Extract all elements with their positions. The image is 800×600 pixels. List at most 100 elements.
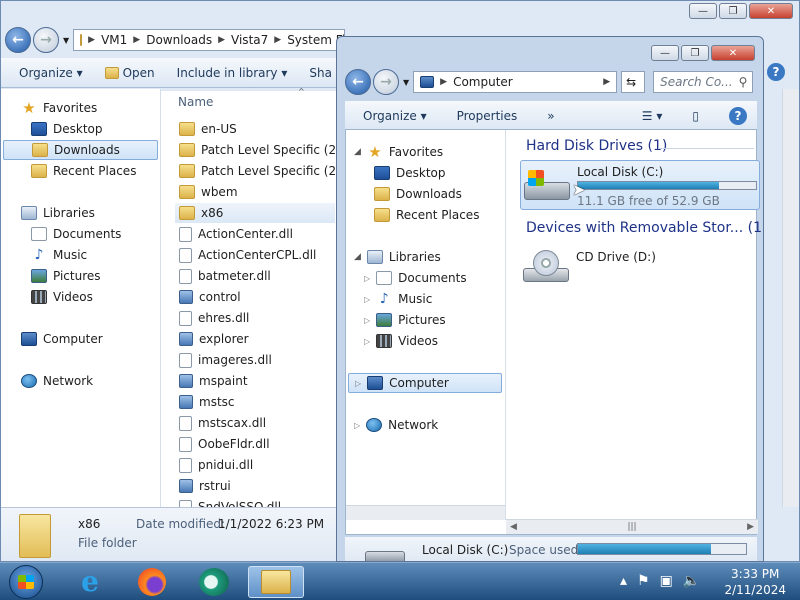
file-row[interactable]: en-US (179, 119, 237, 139)
file-row[interactable]: mstscax.dll (179, 413, 266, 433)
details-type: File folder (78, 536, 137, 550)
nav-documents[interactable]: ▷ Documents (364, 268, 467, 288)
bg-share-button[interactable]: Sha (309, 66, 332, 80)
nav-favorites[interactable]: ★ Favorites (21, 98, 97, 118)
start-button[interactable] (4, 565, 48, 599)
bg-forward-button[interactable]: → (33, 27, 59, 53)
help-icon[interactable]: ? (729, 106, 747, 125)
bg-back-button[interactable]: ← (5, 27, 31, 53)
bg-close-button[interactable]: ✕ (749, 3, 793, 19)
nav-network[interactable]: Network (21, 371, 93, 391)
bg-maximize-button[interactable]: ❐ (719, 3, 747, 19)
volume-muted-icon[interactable]: 🔈 (683, 573, 700, 589)
local-disk-item[interactable]: Local Disk (C:) 11.1 GB free of 52.9 GB (520, 160, 760, 210)
nav-music[interactable]: ▷ ♪ Music (364, 289, 432, 309)
content-horizontal-scrollbar[interactable]: ◀ ||| ▶ (506, 519, 758, 534)
file-row[interactable]: pnidui.dll (179, 455, 253, 475)
file-row[interactable]: ActionCenter.dll (179, 224, 293, 244)
group-hard-disk-drives[interactable]: Hard Disk Drives (1) (526, 138, 667, 154)
libraries-icon (366, 250, 383, 264)
status-drive-icon (365, 551, 405, 561)
nav-documents[interactable]: Documents (31, 224, 121, 244)
file-row[interactable]: imageres.dll (179, 350, 272, 370)
music-icon: ♪ (34, 247, 44, 263)
show-hidden-icons-chevron-icon[interactable]: ▴ (620, 573, 627, 589)
nav-pictures[interactable]: ▷ Pictures (364, 310, 446, 330)
nav-computer[interactable]: Computer (21, 329, 103, 349)
nav-desktop[interactable]: Desktop (31, 119, 103, 139)
nav-favorites[interactable]: ◢ ★ Favorites (354, 142, 443, 162)
bg-help-icon[interactable]: ? (767, 63, 785, 81)
internet-explorer-taskbar-button[interactable]: e (68, 566, 112, 598)
cd-drive-item[interactable]: CD Drive (D:) (520, 242, 720, 292)
bg-open-button[interactable]: Open (104, 66, 155, 80)
search-input[interactable]: Search Co... ⚲ (653, 71, 754, 93)
file-row[interactable]: ActionCenterCPL.dll (179, 245, 316, 265)
column-header-name[interactable]: Name (178, 95, 213, 109)
dll-icon (179, 268, 192, 284)
bg-history-chevron-icon[interactable]: ▼ (63, 36, 69, 45)
organize-button[interactable]: Organize ▾ (363, 109, 427, 123)
more-commands-button[interactable]: » (547, 109, 554, 123)
view-options-button[interactable]: ☰ ▾ (642, 109, 663, 123)
file-row[interactable]: mstsc (179, 392, 235, 412)
file-name: x86 (201, 206, 224, 220)
nav-desktop[interactable]: Desktop (374, 163, 446, 183)
folder-icon (179, 164, 195, 178)
action-center-flag-icon[interactable]: ⚑ (637, 573, 650, 589)
maximize-button[interactable]: ❐ (681, 45, 709, 61)
breadcrumb-item[interactable]: Downloads (146, 33, 212, 47)
file-row[interactable]: OobeFldr.dll (179, 434, 270, 454)
file-row[interactable]: rstrui (179, 476, 231, 496)
firefox-taskbar-button[interactable] (130, 566, 174, 598)
file-row[interactable]: explorer (179, 329, 249, 349)
computer-icon (21, 332, 37, 346)
forward-button[interactable]: → (373, 69, 399, 95)
nav-downloads[interactable]: Downloads (3, 140, 158, 160)
nav-videos[interactable]: ▷ Videos (364, 331, 438, 351)
bg-include-in-library-button[interactable]: Include in library ▾ (177, 66, 288, 80)
network-tray-icon[interactable]: ▣ (660, 573, 673, 589)
bg-address-bar[interactable]: ▶ VM1 ▶ Downloads ▶ Vista7 ▶ System File… (73, 29, 346, 51)
videos-icon (31, 290, 47, 304)
details-modified-label: Date modified: (136, 517, 226, 531)
nav-recent-places[interactable]: Recent Places (374, 205, 479, 225)
app-taskbar-button[interactable] (192, 566, 236, 598)
close-button[interactable]: ✕ (711, 45, 755, 61)
file-row[interactable]: control (179, 287, 241, 307)
file-row[interactable]: ehres.dll (179, 308, 249, 328)
address-computer[interactable]: Computer (453, 75, 513, 89)
bg-minimize-button[interactable]: — (689, 3, 717, 19)
file-row[interactable]: x86 (175, 203, 335, 223)
file-row[interactable]: batmeter.dll (179, 266, 271, 286)
nav-pictures[interactable]: Pictures (31, 266, 101, 286)
back-button[interactable]: ← (345, 69, 371, 95)
file-row[interactable]: wbem (179, 182, 238, 202)
minimize-button[interactable]: — (651, 45, 679, 61)
nav-libraries[interactable]: ◢ Libraries (354, 247, 441, 267)
explorer-taskbar-button[interactable] (248, 566, 304, 598)
green-app-icon (199, 568, 229, 596)
file-name: rstrui (199, 479, 231, 493)
properties-button[interactable]: Properties (457, 109, 518, 123)
nav-downloads[interactable]: Downloads (374, 184, 462, 204)
file-row[interactable]: mspaint (179, 371, 248, 391)
refresh-button[interactable]: ⇆ (621, 71, 646, 93)
bg-organize-button[interactable]: Organize ▾ (19, 66, 83, 80)
nav-libraries[interactable]: Libraries (21, 203, 95, 223)
preview-pane-button[interactable]: ▯ (692, 109, 699, 123)
nav-recent-places[interactable]: Recent Places (31, 161, 136, 181)
bg-vertical-scrollbar[interactable] (782, 89, 799, 507)
file-name: wbem (201, 185, 238, 199)
nav-videos[interactable]: Videos (31, 287, 93, 307)
nav-computer[interactable]: ▷ Computer (348, 373, 502, 393)
group-removable-storage[interactable]: Devices with Removable Stor... (1) (526, 220, 763, 236)
breadcrumb-item[interactable]: Vista7 (231, 33, 268, 47)
breadcrumb-item[interactable]: VM1 (101, 33, 127, 47)
nav-music[interactable]: ♪ Music (31, 245, 88, 265)
nav-horizontal-scrollbar[interactable] (346, 505, 505, 520)
clock[interactable]: 3:33 PM 2/11/2024 (724, 566, 786, 598)
nav-network[interactable]: ▷ Network (354, 415, 438, 435)
history-chevron-icon[interactable]: ▼ (403, 78, 409, 87)
address-bar[interactable]: ▶ Computer ▶ (413, 71, 618, 93)
